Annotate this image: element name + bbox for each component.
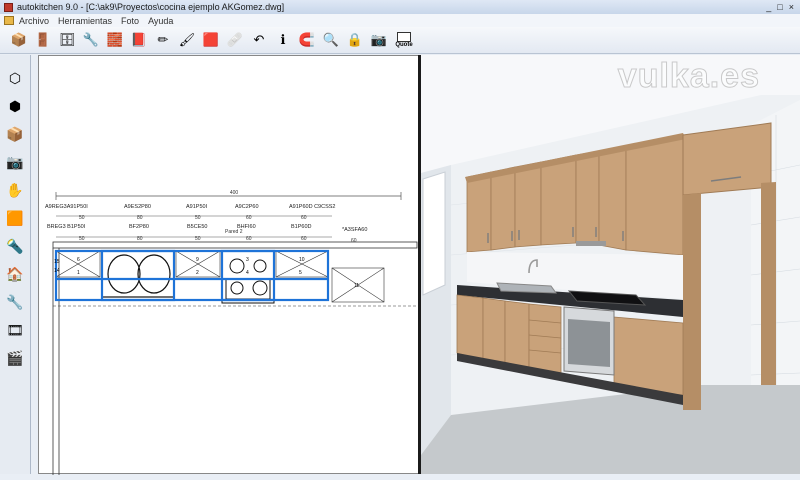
upper-code-3: A91P50I	[186, 204, 208, 210]
wrench-icon[interactable]: 🔧	[4, 291, 26, 313]
quote-label: Quote	[395, 42, 413, 48]
unit-number-9: 9	[196, 257, 199, 263]
upper-code-1: A9REG3A91P50I	[45, 204, 88, 210]
eraser-icon[interactable]: 🩹	[225, 30, 245, 50]
pencil-icon[interactable]: ✏	[153, 30, 173, 50]
quote-button[interactable]: Quote	[393, 30, 415, 50]
unit-number-3: 3	[246, 257, 249, 263]
unit-number-11: 11	[354, 283, 359, 289]
unit-number-10: 10	[299, 257, 305, 263]
camera-render-icon[interactable]: 📷	[4, 151, 26, 173]
menu-bar: Archivo Herramientas Foto Ayuda	[0, 14, 800, 27]
upper-dim-3: 50	[195, 215, 201, 221]
close-button[interactable]: ×	[789, 2, 794, 12]
lower-code-1: BREG3 B1P50I	[47, 224, 86, 230]
lower-dim-4: 60	[246, 236, 252, 242]
zoom-icon[interactable]: 🔍	[321, 30, 341, 50]
upper-code-4: A9C2P60	[235, 204, 259, 210]
lower-code-2: BF2P80	[129, 224, 149, 230]
plan-view[interactable]: 400 A9REG3A91P50I A9ES2P80 A91P50I A9C2P…	[38, 55, 419, 475]
book-icon[interactable]: 📕	[129, 30, 149, 50]
upper-dim-4: 60	[246, 215, 252, 221]
lower-dim-2: 80	[137, 236, 143, 242]
cabinet-icon[interactable]: 📦	[9, 30, 29, 50]
lower-dim-3: 50	[195, 236, 201, 242]
lower-dim-5: 60	[301, 236, 307, 242]
unit-number-6: 6	[77, 257, 80, 263]
wall-label: Pared 2	[225, 229, 243, 235]
unit-number-1: 1	[77, 270, 80, 276]
undo-icon[interactable]: ↶	[249, 30, 269, 50]
unit-number-4: 4	[246, 270, 249, 276]
unit-number-14: 14	[54, 268, 60, 274]
unit-number-5: 5	[299, 270, 302, 276]
menu-app-icon[interactable]	[4, 16, 14, 25]
unit-number-2: 2	[196, 270, 199, 276]
reel-icon[interactable]: 🎬	[4, 347, 26, 369]
upper-dim-1: 50	[79, 215, 85, 221]
paint-icon[interactable]: 🖌	[177, 30, 197, 50]
watermark-text: vulka.es	[617, 57, 760, 96]
minimize-button[interactable]: _	[766, 2, 771, 12]
upper-dim-2: 80	[137, 215, 143, 221]
film-icon[interactable]: 🎞	[4, 319, 26, 341]
light-icon[interactable]: 🔦	[4, 235, 26, 257]
title-bar: autokitchen 9.0 - [C:\ak9\Proyectos\coci…	[0, 0, 800, 14]
box-icon[interactable]: 🟥	[201, 30, 221, 50]
app-icon	[4, 2, 13, 12]
info-icon[interactable]: ℹ	[273, 30, 293, 50]
wall-icon[interactable]: 🧱	[105, 30, 125, 50]
side-code: *A3SFA60	[342, 227, 367, 233]
solid-box-icon[interactable]: 📦	[4, 123, 26, 145]
open-box-icon[interactable]: ⬢	[4, 95, 26, 117]
render-view[interactable]: vulka.es	[421, 55, 800, 474]
material-icon[interactable]: 🟧	[4, 207, 26, 229]
side-dim: 60	[351, 238, 357, 244]
house-icon[interactable]: 🏠	[4, 263, 26, 285]
lower-code-3: B5CE50	[187, 224, 208, 230]
lock-icon[interactable]: 🔒	[345, 30, 365, 50]
upper-dim-5: 60	[301, 215, 307, 221]
camera-icon[interactable]: 📷	[369, 30, 389, 50]
unit-number-15: 15	[54, 259, 60, 265]
magnet-icon[interactable]: 🧲	[297, 30, 317, 50]
lower-code-5: B1P60D	[291, 224, 312, 230]
door-icon[interactable]: 🚪	[33, 30, 53, 50]
lower-dim-1: 50	[79, 236, 85, 242]
window-title: autokitchen 9.0 - [C:\ak9\Proyectos\coci…	[17, 2, 285, 12]
menu-archivo[interactable]: Archivo	[19, 16, 49, 26]
menu-foto[interactable]: Foto	[121, 16, 139, 26]
hand-icon[interactable]: ✋	[4, 179, 26, 201]
tools-icon[interactable]: 🔧	[81, 30, 101, 50]
restore-button[interactable]: □	[777, 2, 782, 12]
wireframe-box-icon[interactable]: ⬡	[4, 67, 26, 89]
menu-herramientas[interactable]: Herramientas	[58, 16, 112, 26]
toolbar: 📦 🚪 🗄 🔧 🧱 📕 ✏ 🖌 🟥 🩹 ↶ ℹ 🧲 🔍 🔒 📷 Quote	[0, 27, 800, 54]
quote-icon	[397, 32, 411, 42]
left-toolbar: ⬡ ⬢ 📦 📷 ✋ 🟧 🔦 🏠 🔧 🎞 🎬	[0, 55, 31, 474]
total-dimension: 400	[230, 190, 239, 196]
shelf-icon[interactable]: 🗄	[57, 30, 77, 50]
upper-code-2: A9ES2P80	[124, 204, 151, 210]
menu-ayuda[interactable]: Ayuda	[148, 16, 173, 26]
upper-code-5: A91P60D C9CSS2	[289, 204, 335, 210]
